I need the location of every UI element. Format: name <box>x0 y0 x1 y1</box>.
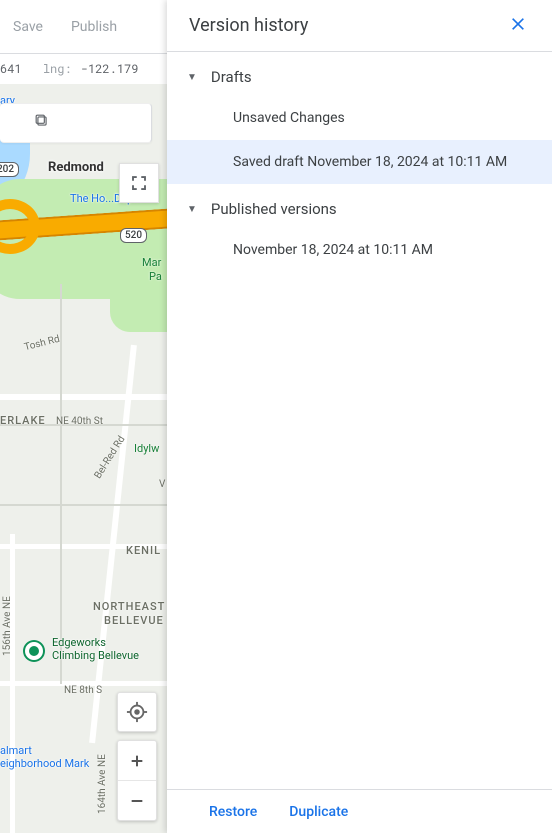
fullscreen-icon <box>130 174 148 192</box>
coordinate-readout: 641 lng: -122.179 <box>0 54 167 84</box>
close-button[interactable] <box>506 9 530 42</box>
route-shield: 202 <box>0 162 19 177</box>
road-minor <box>0 504 167 506</box>
lng-value: -122.179 <box>81 61 139 77</box>
poi-label: Edgeworks <box>52 636 106 649</box>
park-label: Mar <box>142 256 161 269</box>
park-label: Idylw <box>134 442 159 455</box>
my-location-button[interactable] <box>117 692 157 732</box>
panel-footer: Restore Duplicate <box>167 789 552 833</box>
location-pin-icon[interactable] <box>25 642 43 660</box>
street-label: NE 40th St <box>56 416 103 427</box>
map-column: Save Publish 641 lng: -122.179 520 202 R… <box>0 0 167 833</box>
version-item[interactable]: Saved draft November 18, 2024 at 10:11 A… <box>167 140 552 184</box>
zoom-control <box>117 740 157 821</box>
stack-icon <box>35 114 49 128</box>
panel-header: Version history <box>167 0 552 52</box>
duplicate-button[interactable]: Duplicate <box>289 804 348 820</box>
street-label: Tosh Rd <box>23 334 61 353</box>
lat-value-fragment: 641 <box>0 61 22 77</box>
area-label: ERLAKE <box>0 414 46 427</box>
chevron-down-icon: ▼ <box>187 72 197 83</box>
area-label: BELLEVUE <box>104 614 164 627</box>
close-icon <box>510 16 526 32</box>
plus-icon <box>129 753 145 769</box>
poi-label: almart <box>0 744 32 757</box>
area-label: KENIL <box>126 544 161 557</box>
section-toggle-published[interactable]: ▼ Published versions <box>167 184 552 228</box>
section-label: Published versions <box>211 200 337 218</box>
save-button[interactable]: Save <box>13 19 43 35</box>
street-label: V <box>159 479 165 490</box>
editor-toolbar: Save Publish <box>0 0 167 54</box>
publish-button[interactable]: Publish <box>71 19 117 35</box>
lng-label: lng: <box>43 61 72 77</box>
street-label: NE 8th S <box>64 685 102 696</box>
panel-body: ▼ Drafts Unsaved Changes Saved draft Nov… <box>167 52 552 789</box>
street-label: 156th Ave NE <box>2 596 13 656</box>
street-label: 164th Ave NE <box>97 754 108 814</box>
version-item[interactable]: November 18, 2024 at 10:11 AM <box>167 228 552 272</box>
zoom-in-button[interactable] <box>118 741 156 781</box>
restore-button[interactable]: Restore <box>209 804 257 820</box>
park-label: Pa <box>149 270 162 283</box>
version-item[interactable]: Unsaved Changes <box>167 96 552 140</box>
crosshair-icon <box>126 701 148 723</box>
section-label: Drafts <box>211 68 252 86</box>
route-shield: 520 <box>120 228 147 243</box>
area-label: NORTHEAST <box>93 600 165 613</box>
road <box>0 394 167 400</box>
poi-label: Climbing Bellevue <box>52 649 139 662</box>
minus-icon <box>129 793 145 809</box>
city-label: Redmond <box>48 160 104 175</box>
panel-title: Version history <box>189 15 308 36</box>
section-toggle-drafts[interactable]: ▼ Drafts <box>167 52 552 96</box>
zoom-out-button[interactable] <box>118 781 156 820</box>
chevron-down-icon: ▼ <box>187 204 197 215</box>
poi-label: eighborhood Mark <box>0 757 89 770</box>
version-history-panel: Version history ▼ Drafts Unsaved Changes… <box>167 0 552 833</box>
fullscreen-button[interactable] <box>119 163 159 203</box>
map-search-input[interactable] <box>0 103 152 143</box>
